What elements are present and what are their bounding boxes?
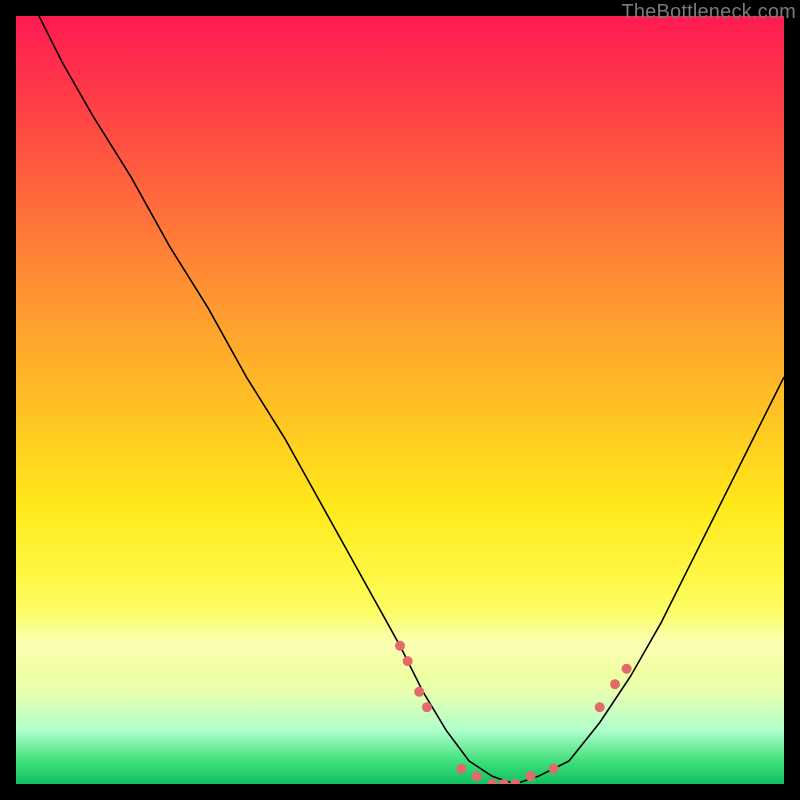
attribution-label: TheBottleneck.com	[621, 1, 796, 24]
curve-marker	[510, 779, 520, 784]
curve-marker	[414, 687, 424, 697]
bottleneck-curve	[39, 16, 784, 784]
curve-marker	[472, 771, 482, 781]
curve-marker	[610, 679, 620, 689]
chart-frame: TheBottleneck.com	[0, 0, 800, 800]
marker-group	[395, 641, 632, 784]
chart-plot-area	[16, 16, 784, 784]
curve-marker	[549, 764, 559, 774]
chart-overlay-svg	[16, 16, 784, 784]
curve-marker	[395, 641, 405, 651]
curve-marker	[403, 656, 413, 666]
curve-marker	[526, 771, 536, 781]
curve-marker	[595, 702, 605, 712]
curve-marker	[487, 779, 497, 784]
curve-marker	[422, 702, 432, 712]
curve-marker	[622, 664, 632, 674]
curve-marker	[456, 764, 466, 774]
